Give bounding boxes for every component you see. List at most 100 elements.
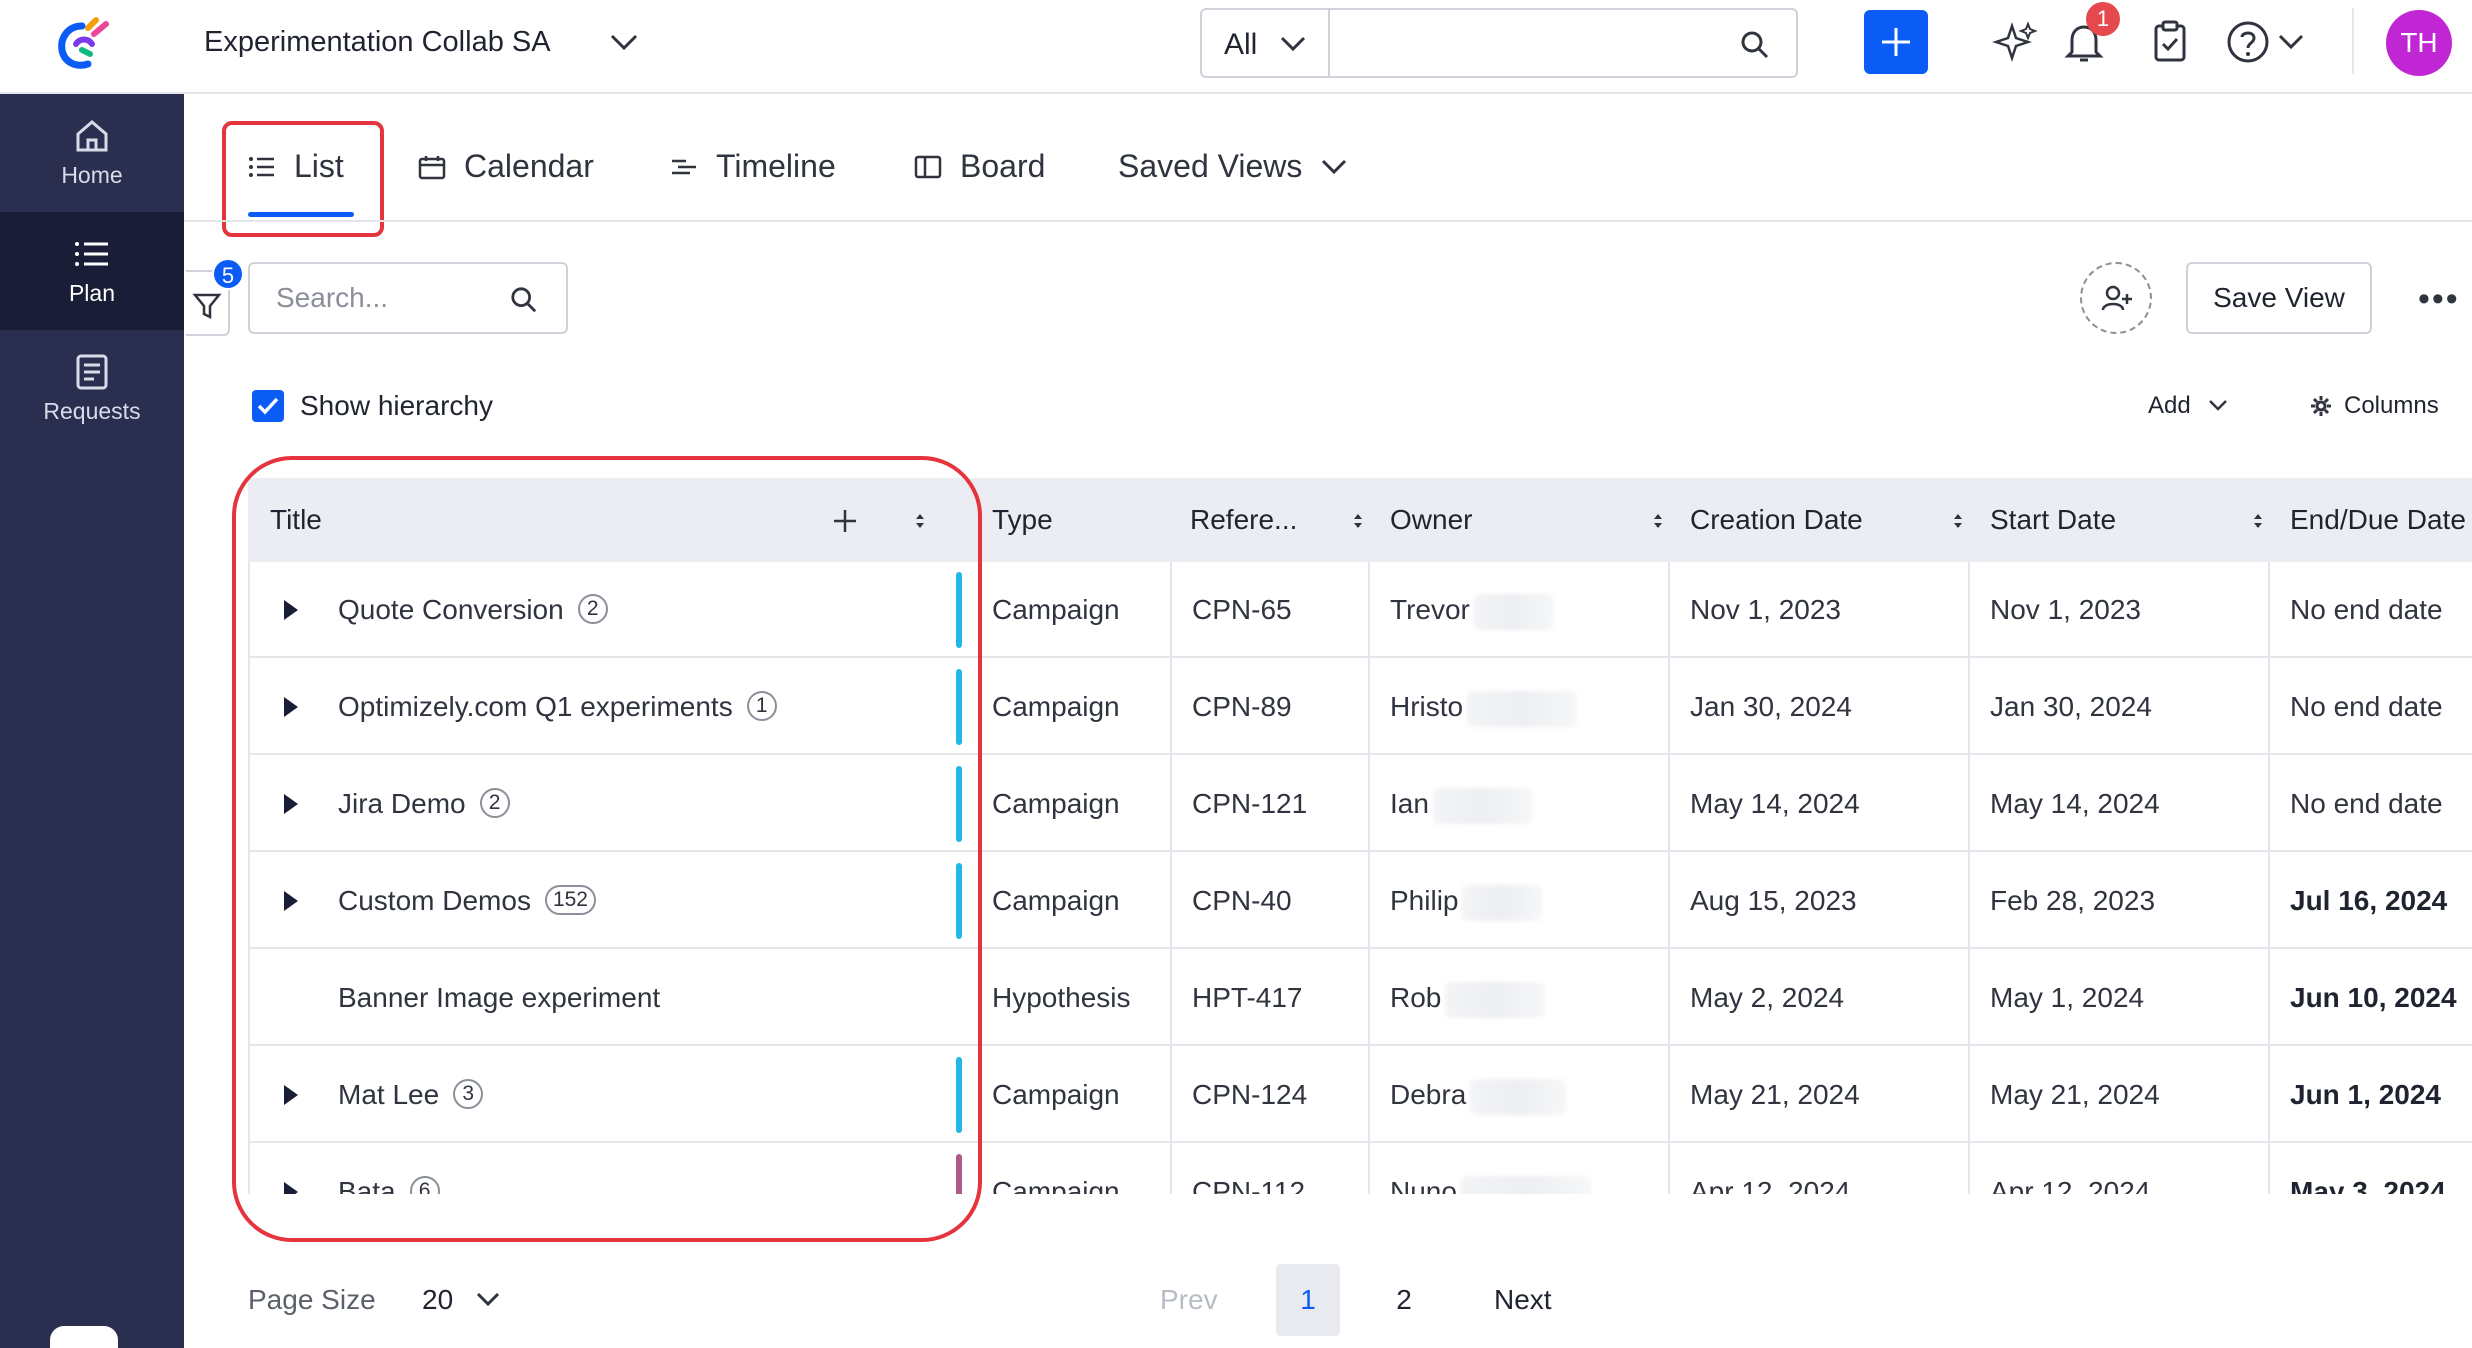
divider — [1170, 562, 1172, 1194]
help-icon[interactable] — [2224, 18, 2272, 66]
page-size-value: 20 — [422, 1284, 454, 1315]
item-title[interactable]: Custom Demos — [338, 885, 531, 916]
expand-caret-icon[interactable] — [284, 697, 298, 717]
search-icon[interactable] — [510, 286, 538, 314]
nav-item-plan[interactable]: Plan — [0, 212, 184, 330]
page-1-button[interactable]: 1 — [1276, 1264, 1340, 1336]
expand-caret-icon[interactable] — [284, 1085, 298, 1105]
item-title[interactable]: Optimizely.com Q1 experiments — [338, 691, 733, 722]
header-creation-date[interactable]: Creation Date — [1668, 478, 1863, 562]
cell-creation-date: Aug 15, 2023 — [1690, 885, 1857, 916]
color-bar — [956, 1057, 962, 1133]
header-end-due-date[interactable]: End/Due Date — [2268, 478, 2472, 562]
sort-icon[interactable] — [1652, 512, 1664, 530]
table-row[interactable]: Banner Image experiment Hypothesis HPT-417… — [248, 950, 2472, 1046]
sort-icon[interactable] — [1352, 512, 1364, 530]
more-options-icon[interactable]: ••• — [2418, 282, 2460, 316]
table-row[interactable]: Optimizely.com Q1 experiments 1 Campaign CP… — [248, 659, 2472, 755]
header-start-date[interactable]: Start Date — [1968, 478, 2116, 562]
redacted-surname — [1460, 1175, 1591, 1194]
child-count-badge: 3 — [453, 1078, 484, 1109]
cell-owner: Ian — [1368, 756, 1533, 852]
sort-icon[interactable] — [914, 512, 926, 530]
clipboard-check-icon[interactable] — [2146, 18, 2194, 66]
header-title[interactable]: Title — [248, 478, 970, 562]
list-icon — [75, 242, 108, 266]
cell-owner: Debra — [1368, 1047, 1567, 1143]
item-title[interactable]: Jira Demo — [338, 788, 466, 819]
item-title[interactable]: Quote Conversion — [338, 594, 564, 625]
expand-caret-icon[interactable] — [284, 794, 298, 814]
cell-owner: Nuno — [1368, 1144, 1591, 1194]
tab-saved-views[interactable]: Saved Views — [1118, 148, 1348, 185]
nav-item-requests[interactable]: Requests — [0, 330, 184, 448]
tab-calendar-label: Calendar — [464, 148, 594, 184]
user-avatar[interactable]: TH — [2386, 10, 2452, 76]
table-row[interactable]: Mat Lee 3 Campaign CPN-124 Debra May 21, 2024… — [248, 1047, 2472, 1143]
cell-end-date: No end date — [2290, 691, 2443, 722]
chevron-down-icon[interactable] — [2276, 30, 2306, 54]
table-header: Title Type Refere... Owner Creation Date… — [248, 478, 2472, 562]
sort-icon[interactable] — [2252, 512, 2264, 530]
cell-creation-date: Apr 12, 2024 — [1690, 1176, 1851, 1194]
table-row[interactable]: Bata 6 Campaign CPN-112 Nuno Apr 12, 2024 Apr … — [248, 1144, 2472, 1194]
item-title[interactable]: Mat Lee — [338, 1079, 439, 1110]
header-reference[interactable]: Refere... — [1168, 478, 1297, 562]
cell-title[interactable]: Jira Demo 2 — [248, 756, 970, 852]
child-count-badge: 2 — [479, 787, 510, 818]
cell-reference: CPN-89 — [1192, 691, 1292, 722]
add-dropdown[interactable]: Add — [2148, 392, 2229, 420]
child-count-badge: 6 — [409, 1175, 440, 1194]
columns-button[interactable]: Columns — [2310, 392, 2439, 420]
table-row[interactable]: Jira Demo 2 Campaign CPN-121 Ian May 14, 2024… — [248, 756, 2472, 852]
tab-timeline[interactable]: Timeline — [670, 148, 836, 185]
optimizely-logo-icon[interactable] — [52, 14, 112, 76]
chat-support-icon[interactable]: ⌁ — [50, 1326, 118, 1348]
expand-caret-icon[interactable] — [284, 891, 298, 911]
header-type[interactable]: Type — [970, 478, 1053, 562]
cell-title[interactable]: Quote Conversion 2 — [248, 562, 970, 658]
gear-icon — [2311, 396, 2331, 416]
cell-end-date: No end date — [2290, 788, 2443, 819]
item-title[interactable]: Banner Image experiment — [338, 982, 660, 1013]
cell-type: Campaign — [992, 1079, 1120, 1110]
cell-title[interactable]: Bata 6 — [248, 1144, 970, 1194]
global-search-input[interactable] — [1328, 8, 1798, 78]
color-bar — [956, 1154, 962, 1194]
calendar-icon — [418, 155, 446, 179]
next-page-button[interactable]: Next — [1494, 1284, 1552, 1316]
search-icon[interactable] — [1740, 30, 1770, 60]
ai-sparkle-icon[interactable] — [1990, 18, 2038, 66]
add-user-button[interactable] — [2080, 262, 2152, 334]
table-row[interactable]: Custom Demos 152 Campaign CPN-40 Philip Aug 1… — [248, 853, 2472, 949]
header-owner[interactable]: Owner — [1368, 478, 1472, 562]
table-row[interactable]: Quote Conversion 2 Campaign CPN-65 Trevor Nov… — [248, 562, 2472, 658]
tab-calendar[interactable]: Calendar — [418, 148, 594, 185]
add-column-icon[interactable] — [832, 508, 858, 534]
sort-icon[interactable] — [1952, 512, 1964, 530]
search-scope-select[interactable]: All — [1200, 8, 1330, 78]
list-search-field[interactable] — [248, 262, 568, 334]
workspace-name[interactable]: Experimentation Collab SA — [204, 26, 551, 59]
cell-title[interactable]: Mat Lee 3 — [248, 1047, 970, 1143]
page-2-button[interactable]: 2 — [1372, 1264, 1436, 1336]
create-button[interactable] — [1864, 10, 1928, 74]
owner-name: Rob — [1390, 982, 1442, 1013]
show-hierarchy-checkbox[interactable] — [252, 390, 284, 422]
prev-page-button[interactable]: Prev — [1160, 1284, 1218, 1316]
expand-caret-icon[interactable] — [284, 600, 298, 620]
child-count-badge: 152 — [544, 884, 596, 915]
tab-board[interactable]: Board — [914, 148, 1045, 185]
cell-title[interactable]: Optimizely.com Q1 experiments 1 — [248, 659, 970, 755]
list-search-input[interactable] — [276, 280, 496, 316]
chevron-down-icon[interactable] — [606, 28, 642, 58]
chevron-down-icon — [1280, 36, 1306, 52]
save-view-button[interactable]: Save View — [2186, 262, 2372, 334]
cell-title[interactable]: Custom Demos 152 — [248, 853, 970, 949]
item-title[interactable]: Bata — [338, 1176, 396, 1194]
cell-title[interactable]: Banner Image experiment — [248, 950, 970, 1046]
page-size-select[interactable]: 20 — [422, 1284, 501, 1316]
expand-caret-icon[interactable] — [284, 1182, 298, 1194]
nav-item-home[interactable]: Home — [0, 94, 184, 212]
columns-label: Columns — [2344, 392, 2439, 419]
